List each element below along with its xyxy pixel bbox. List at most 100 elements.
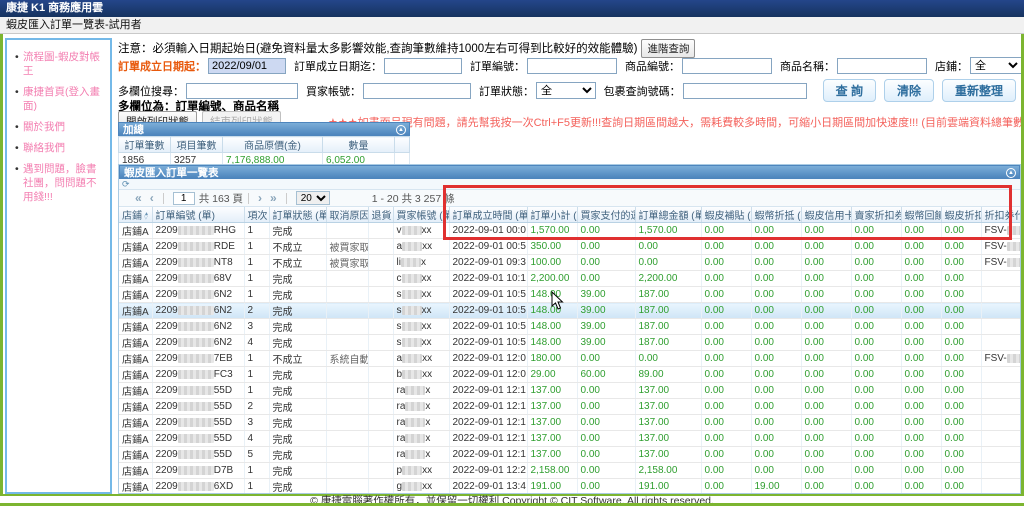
order-row-4[interactable]: 店鋪A220968V1完成cxx2022-09-01 10:12,200.000… bbox=[119, 271, 1021, 287]
page-number-input[interactable] bbox=[173, 192, 195, 205]
sidebar-item-4[interactable]: 聯絡我們 bbox=[15, 141, 106, 155]
column-header-10[interactable]: 買家支付的運費 ( bbox=[577, 207, 635, 223]
cell-shipping-fee: 39.00 bbox=[577, 303, 635, 319]
order-row-6[interactable]: 店鋪A22096N22完成sxx2022-09-01 10:5148.0039.… bbox=[119, 303, 1021, 319]
cell-buyer: axx bbox=[393, 239, 449, 255]
order-row-15[interactable]: 店鋪A220955D5完成rax2022-09-01 12:1137.000.0… bbox=[119, 447, 1021, 463]
product-name-input[interactable] bbox=[837, 58, 927, 74]
order-row-3[interactable]: 店鋪A2209NT81不成立被買家取消，原因：lix2022-09-01 09:… bbox=[119, 255, 1021, 271]
sidebar-item-2[interactable]: 康捷首頁(登入畫面) bbox=[15, 85, 106, 113]
order-row-13[interactable]: 店鋪A220955D3完成rax2022-09-01 12:1137.000.0… bbox=[119, 415, 1021, 431]
cell-coupon-code: FSV- bbox=[981, 239, 1021, 255]
order-row-9[interactable]: 店鋪A22097EB1不成立系統自動判定訂單不axx2022-09-01 12:… bbox=[119, 351, 1021, 367]
column-header-14[interactable]: 蝦皮信用卡活 bbox=[801, 207, 851, 223]
status-select[interactable]: 全 bbox=[536, 82, 596, 99]
cell-shopee-coupon: 0.00 bbox=[941, 447, 981, 463]
search-button[interactable]: 查 詢 bbox=[823, 79, 876, 102]
cell-subtotal: 2,200.00 bbox=[527, 271, 577, 287]
column-header-12[interactable]: 蝦皮補貼 (單) bbox=[701, 207, 751, 223]
cell-buyer: gxx bbox=[393, 479, 449, 495]
package-input[interactable] bbox=[683, 83, 807, 99]
column-header-17[interactable]: 蝦皮折扣券折 bbox=[941, 207, 981, 223]
shop-select[interactable]: 全 bbox=[970, 57, 1022, 74]
collapse-icon[interactable]: ▲ bbox=[396, 125, 406, 135]
cell-credit-card: 0.00 bbox=[801, 303, 851, 319]
prev-page-icon[interactable]: ‹ bbox=[146, 191, 158, 205]
column-header-8[interactable]: 訂單成立時間 (單) bbox=[449, 207, 527, 223]
column-header-3[interactable]: 項次 bbox=[244, 207, 269, 223]
summary-column-header: 訂單筆數 bbox=[119, 137, 171, 153]
order-row-2[interactable]: 店鋪A2209RDE1不成立被買家取消，原因：axx2022-09-01 00:… bbox=[119, 239, 1021, 255]
product-no-input[interactable] bbox=[682, 58, 772, 74]
column-header-1[interactable]: 店鋪▲▽ bbox=[119, 207, 152, 223]
column-header-2[interactable]: 訂單編號 (單) bbox=[152, 207, 244, 223]
cell-total-amount: 137.00 bbox=[635, 383, 701, 399]
cell-return-refund bbox=[368, 431, 393, 447]
column-header-5[interactable]: 取消原因 bbox=[326, 207, 368, 223]
cell-seller-coupon: 0.00 bbox=[851, 399, 901, 415]
cell-shopee-subsidy: 0.00 bbox=[701, 255, 751, 271]
order-row-1[interactable]: 店鋪A2209RHG1完成vxx2022-09-01 00:01,570.000… bbox=[119, 223, 1021, 239]
order-row-12[interactable]: 店鋪A220955D2完成rax2022-09-01 12:1137.000.0… bbox=[119, 399, 1021, 415]
order-row-16[interactable]: 店鋪A2209D7B1完成pxx2022-09-01 12:22,158.000… bbox=[119, 463, 1021, 479]
collapse-icon[interactable]: ▲ bbox=[1006, 168, 1016, 178]
column-header-7[interactable]: 買家帳號 (單) bbox=[393, 207, 449, 223]
cell-shopee-subsidy: 0.00 bbox=[701, 463, 751, 479]
date-to-input[interactable] bbox=[384, 58, 462, 74]
page-size-select[interactable]: 20 bbox=[296, 191, 330, 205]
cell-shopee-coupon: 0.00 bbox=[941, 239, 981, 255]
order-row-11[interactable]: 店鋪A220955D1完成rax2022-09-01 12:1137.000.0… bbox=[119, 383, 1021, 399]
sidebar-item-1[interactable]: 流程圖-蝦皮對帳王 bbox=[15, 50, 106, 78]
cell-order-no: 2209D7B bbox=[152, 463, 244, 479]
advanced-search-button[interactable]: 進階查詢 bbox=[641, 39, 695, 58]
order-row-7[interactable]: 店鋪A22096N23完成sxx2022-09-01 10:5148.0039.… bbox=[119, 319, 1021, 335]
multi-search-input[interactable] bbox=[186, 83, 298, 99]
order-row-5[interactable]: 店鋪A22096N21完成sxx2022-09-01 10:5148.0039.… bbox=[119, 287, 1021, 303]
last-page-icon[interactable]: » bbox=[266, 191, 281, 205]
date-from-input[interactable] bbox=[208, 58, 286, 74]
column-header-15[interactable]: 賣家折扣券折 bbox=[851, 207, 901, 223]
masked-text-block bbox=[178, 258, 214, 267]
sidebar-item-5[interactable]: 遇到問題，臉書社團，問問題不用錢!!! bbox=[15, 162, 106, 204]
masked-text-block bbox=[405, 450, 425, 459]
cell-shop: 店鋪A bbox=[119, 463, 152, 479]
sidebar: 流程圖-蝦皮對帳王康捷首頁(登入畫面) 關於我們聯絡我們遇到問題，臉書社團，問問題… bbox=[5, 38, 112, 494]
clear-button[interactable]: 清除 bbox=[884, 79, 934, 102]
column-header-11[interactable]: 訂單總金額 (單) bbox=[635, 207, 701, 223]
masked-text-block bbox=[401, 258, 421, 267]
first-page-icon[interactable]: « bbox=[131, 191, 146, 205]
cell-shopee-subsidy: 0.00 bbox=[701, 479, 751, 495]
next-page-icon[interactable]: › bbox=[254, 191, 266, 205]
order-row-8[interactable]: 店鋪A22096N24完成sxx2022-09-01 10:5148.0039.… bbox=[119, 335, 1021, 351]
order-row-10[interactable]: 店鋪A2209FC31完成bxx2022-09-01 12:029.0060.0… bbox=[119, 367, 1021, 383]
column-header-9[interactable]: 訂單小計 (單) bbox=[527, 207, 577, 223]
sidebar-menu: 流程圖-蝦皮對帳王康捷首頁(登入畫面) 關於我們聯絡我們遇到問題，臉書社團，問問題… bbox=[7, 40, 110, 204]
masked-text-block bbox=[178, 434, 214, 443]
sidebar-item-3[interactable]: 關於我們 bbox=[15, 120, 106, 134]
cell-total-amount: 187.00 bbox=[635, 319, 701, 335]
cell-status: 不成立 bbox=[269, 351, 326, 367]
refresh-button[interactable]: 重新整理 bbox=[942, 79, 1016, 102]
cell-seller-coupon: 0.00 bbox=[851, 383, 901, 399]
masked-text-block bbox=[405, 402, 425, 411]
cell-create-time: 2022-09-01 12:0 bbox=[449, 367, 527, 383]
order-row-14[interactable]: 店鋪A220955D4完成rax2022-09-01 12:1137.000.0… bbox=[119, 431, 1021, 447]
cell-shop: 店鋪A bbox=[119, 447, 152, 463]
column-header-18[interactable]: 折扣券代碼 (單 bbox=[981, 207, 1021, 223]
reload-icon[interactable]: ⟳ bbox=[122, 179, 130, 189]
cell-subtotal: 148.00 bbox=[527, 303, 577, 319]
cell-shopee-subsidy: 0.00 bbox=[701, 271, 751, 287]
cell-shopee-subsidy: 0.00 bbox=[701, 431, 751, 447]
cell-create-time: 2022-09-01 12:1 bbox=[449, 399, 527, 415]
product-name-label: 商品名稱： bbox=[780, 58, 835, 74]
cell-buyer: bxx bbox=[393, 367, 449, 383]
buyer-input[interactable] bbox=[363, 83, 471, 99]
cell-shopee-coupon: 0.00 bbox=[941, 335, 981, 351]
order-no-input[interactable] bbox=[527, 58, 617, 74]
order-row-17[interactable]: 店鋪A22096XD1完成gxx2022-09-01 13:4191.000.0… bbox=[119, 479, 1021, 495]
masked-text-block bbox=[178, 386, 214, 395]
column-header-13[interactable]: 蝦幣折抵 (單) bbox=[751, 207, 801, 223]
column-header-6[interactable]: 退貨 / 退 bbox=[368, 207, 393, 223]
column-header-16[interactable]: 蝦幣回饋券 bbox=[901, 207, 941, 223]
column-header-4[interactable]: 訂單狀態 (單) bbox=[269, 207, 326, 223]
